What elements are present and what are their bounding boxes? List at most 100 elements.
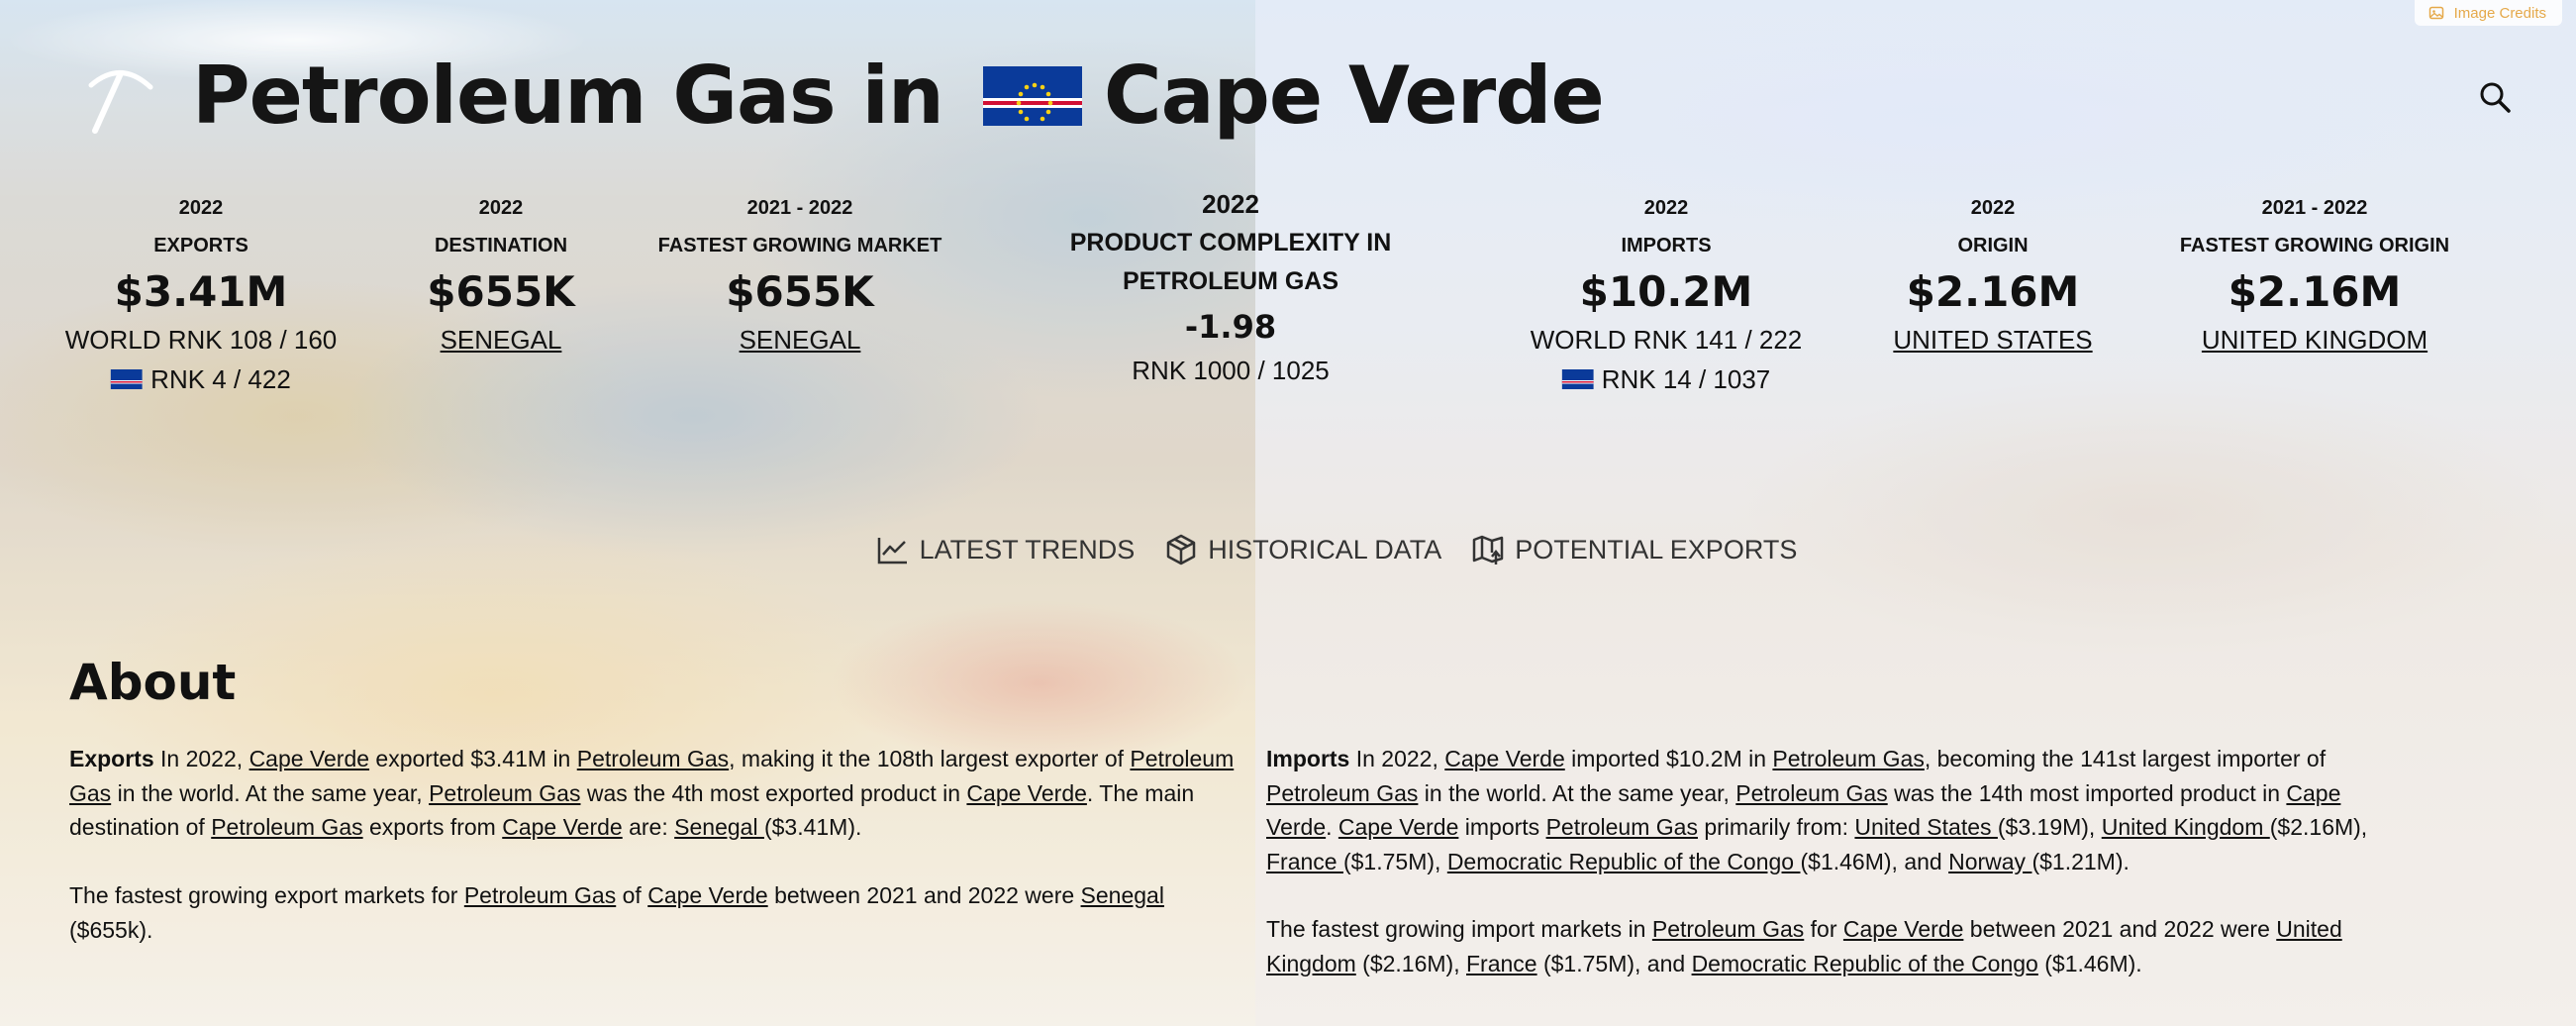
fastest-market-value: $655K	[726, 267, 874, 316]
title-country: Cape Verde	[1103, 50, 1605, 142]
imports-year: 2022	[1643, 197, 1689, 219]
country-link[interactable]: Cape Verde	[1338, 814, 1458, 840]
fastest-origin-year: 2021 - 2022	[2261, 197, 2368, 219]
fastest-origin-link[interactable]: UNITED KINGDOM	[2180, 320, 2449, 359]
text: , making it the 108th largest exporter o…	[729, 746, 1131, 771]
complexity-value: -1.98	[1184, 308, 1277, 346]
text: , becoming the 141st largest importer of	[1924, 746, 2327, 771]
origin-stat: 2022 ORIGIN $2.16M UNITED STATES	[1893, 189, 2092, 359]
exports-stat: 2022 EXPORTS $3.41M WORLD RNK 108 / 160 …	[65, 189, 338, 399]
tab-latest-trends[interactable]: LATEST TRENDS	[876, 533, 1136, 566]
tab-potential-exports[interactable]: POTENTIAL EXPORTS	[1471, 533, 1797, 566]
image-credits-label: Image Credits	[2453, 4, 2546, 22]
about-heading: About	[69, 654, 237, 711]
country-link[interactable]: Cape Verde	[502, 814, 622, 840]
text: in the world. At the same year,	[1418, 779, 1736, 806]
text: .	[1326, 814, 1338, 840]
complexity-label-1: PRODUCT COMPLEXITY IN	[1069, 229, 1392, 256]
destination-country-link[interactable]: Senegal	[1081, 882, 1164, 908]
origin-country-link[interactable]: United Kingdom	[2102, 814, 2270, 840]
imports-paragraph: Imports In 2022, Cape Verde imported $10…	[1266, 742, 2405, 878]
product-link[interactable]: Petroleum Gas	[1735, 780, 1887, 806]
exports-growth-paragraph: The fastest growing export markets for P…	[69, 878, 1247, 947]
origin-country-link[interactable]: France	[1266, 849, 1343, 874]
destination-year: 2022	[478, 197, 524, 219]
origin-value: $2.16M	[1906, 267, 2080, 316]
product-link[interactable]: Petroleum Gas	[1266, 780, 1418, 806]
text: ($1.75M),	[1342, 848, 1447, 874]
country-link[interactable]: Cape Verde	[249, 746, 369, 771]
imports-growth-paragraph: The fastest growing import markets in Pe…	[1266, 912, 2405, 980]
origin-year: 2022	[1970, 197, 2016, 219]
text: imported $10.2M in	[1564, 746, 1773, 771]
product-link[interactable]: Petroleum Gas	[464, 882, 616, 908]
product-link[interactable]: Petroleum Gas	[429, 780, 580, 806]
section-tabs: LATEST TRENDS HISTORICAL DATA POTENTIAL …	[0, 533, 2576, 566]
text: exports from	[362, 814, 503, 840]
text: ($1.46M), and	[1800, 848, 1949, 874]
destination-link[interactable]: SENEGAL	[427, 320, 574, 359]
text: ($655k).	[69, 916, 153, 943]
tab-potential-exports-label: POTENTIAL EXPORTS	[1515, 534, 1798, 564]
imports-stat: 2022 IMPORTS $10.2M WORLD RNK 141 / 222 …	[1531, 189, 1803, 399]
image-credits-button[interactable]: Image Credits	[2414, 0, 2562, 26]
fastest-market-label: FASTEST GROWING MARKET	[657, 235, 942, 256]
title-product: Petroleum Gas in	[192, 50, 944, 142]
text: was the 4th most exported product in	[580, 779, 967, 806]
imports-country-rank: RNK 14 / 1037	[1531, 359, 1803, 399]
product-link[interactable]: Petroleum Gas	[577, 746, 729, 771]
complexity-year: 2022	[1202, 189, 1259, 219]
text: ($2.16M),	[1355, 950, 1466, 976]
page-title: Petroleum Gas in Cape Verde	[156, 50, 1605, 142]
product-link[interactable]: Petroleum Gas	[1652, 916, 1804, 942]
origin-link[interactable]: UNITED STATES	[1893, 320, 2092, 359]
text: ($3.41M).	[763, 814, 862, 840]
tab-latest-trends-label: LATEST TRENDS	[919, 534, 1136, 564]
cape-verde-flag-mini	[1561, 369, 1594, 389]
text: between 2021 and 2022 were	[767, 882, 1081, 908]
imports-value: $10.2M	[1579, 267, 1753, 316]
fastest-origin-value: $2.16M	[2228, 267, 2402, 316]
destination-label: DESTINATION	[434, 235, 568, 256]
country-link[interactable]: Cape Verde	[966, 780, 1086, 806]
pickaxe-icon[interactable]	[85, 57, 156, 135]
origin-country-link[interactable]: France	[1466, 951, 1537, 976]
imports-country-rank-text: RNK 14 / 1037	[1601, 364, 1771, 394]
destination-country-link[interactable]: Senegal	[674, 814, 764, 840]
search-button[interactable]	[2477, 79, 2513, 115]
text: ($1.75M), and	[1536, 950, 1692, 976]
exports-world-rank: WORLD RNK 108 / 160	[64, 325, 338, 355]
text: ($1.46M).	[2037, 950, 2142, 976]
cape-verde-flag	[982, 65, 1082, 126]
complexity-rank: RNK 1000 / 1025	[1132, 356, 1330, 385]
text: The fastest growing import markets in	[1266, 916, 1652, 942]
fastest-market-link[interactable]: SENEGAL	[658, 320, 942, 359]
origin-country-link[interactable]: Democratic Republic of the Congo	[1447, 849, 1801, 874]
origin-country-link[interactable]: United States	[1854, 814, 1997, 840]
fastest-origin-label: FASTEST GROWING ORIGIN	[2179, 235, 2450, 256]
exports-country-rank-text: RNK 4 / 422	[150, 364, 291, 394]
country-link[interactable]: Cape Verde	[1843, 916, 1963, 942]
product-link[interactable]: Petroleum Gas	[1772, 746, 1924, 771]
text: In 2022,	[153, 746, 249, 771]
exports-paragraph: Exports In 2022, Cape Verde exported $3.…	[69, 742, 1247, 845]
product-complexity-stat: 2022 PRODUCT COMPLEXITY IN PETROLEUM GAS…	[1023, 184, 1438, 388]
country-link[interactable]: Cape Verde	[647, 882, 767, 908]
text: for	[1804, 916, 1843, 942]
map-arrow-icon	[1473, 535, 1504, 564]
tab-historical-data[interactable]: HISTORICAL DATA	[1164, 533, 1441, 566]
text: between 2021 and 2022 were	[1963, 916, 2277, 942]
text: exported $3.41M in	[369, 746, 577, 771]
origin-label: ORIGIN	[1957, 235, 2029, 256]
text: ($2.16M),	[2269, 814, 2368, 840]
origin-country-link[interactable]: Norway	[1948, 849, 2031, 874]
text: The fastest growing export markets for	[69, 882, 464, 908]
product-link[interactable]: Petroleum Gas	[1546, 814, 1698, 840]
destination-value: $655K	[427, 267, 575, 316]
country-link[interactable]: Cape Verde	[1444, 746, 1564, 771]
origin-country-link[interactable]: Democratic Republic of the Congo	[1692, 951, 2038, 976]
exports-year: 2022	[178, 197, 224, 219]
cape-verde-flag-mini	[111, 369, 144, 389]
imports-label: IMPORTS	[1621, 235, 1712, 256]
product-link[interactable]: Petroleum Gas	[211, 814, 362, 840]
